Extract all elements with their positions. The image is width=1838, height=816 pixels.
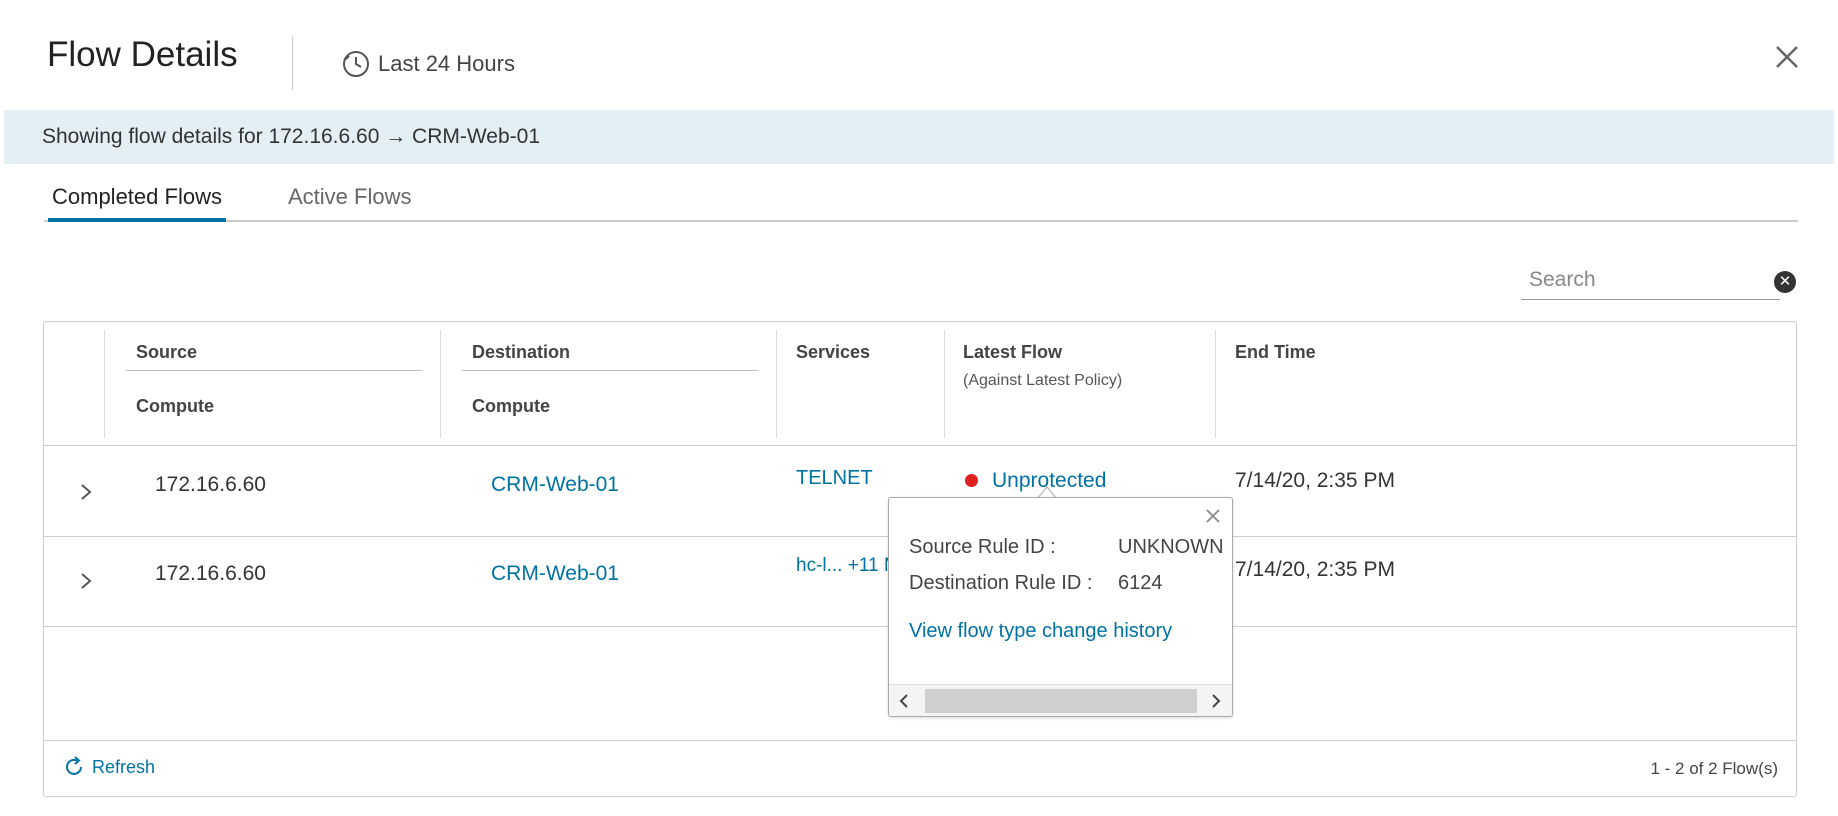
cell-services-link[interactable]: hc-l... +11 M [796, 555, 900, 577]
source-rule-value: UNKNOWN [1118, 536, 1224, 558]
view-flow-history-link[interactable]: View flow type change history [909, 620, 1172, 643]
status-dot [965, 473, 978, 487]
column-subheader-latest-flow: (Against Latest Policy) [963, 372, 1123, 389]
search-input[interactable] [1529, 266, 1739, 294]
time-range-label: Last 24 Hours [378, 51, 515, 76]
cell-destination-link[interactable]: CRM-Web-01 [491, 473, 619, 497]
column-header-services[interactable]: Services [796, 342, 870, 363]
flow-rule-popover: Source Rule ID : UNKNOWN Destination Rul… [888, 497, 1233, 717]
tab-active-flows[interactable]: Active Flows [288, 184, 411, 222]
column-separator [440, 330, 441, 438]
refresh-icon [66, 756, 82, 775]
scrollbar-thumb[interactable] [925, 689, 1197, 713]
column-separator [104, 330, 105, 438]
cell-end-time: 7/14/20, 2:35 PM [1235, 558, 1395, 581]
cell-destination-link[interactable]: CRM-Web-01 [491, 562, 619, 586]
chevron-right-icon[interactable] [1207, 691, 1225, 711]
column-separator [944, 330, 945, 438]
header-group-line [126, 370, 422, 371]
time-range-selector[interactable]: Last 24 Hours [342, 50, 515, 78]
cell-services-link[interactable]: TELNET [796, 467, 873, 490]
flow-info-banner: Showing flow details for 172.16.6.60 → C… [4, 110, 1834, 164]
chevron-right-icon[interactable] [76, 482, 96, 502]
table-footer: Refresh 1 - 2 of 2 Flow(s) [44, 740, 1796, 796]
chevron-left-icon[interactable] [895, 691, 913, 711]
page-title: Flow Details [47, 35, 238, 74]
flow-tabs: Completed Flows Active Flows [44, 180, 1798, 222]
cell-latest-flow: Unprotected [965, 469, 1106, 493]
chevron-right-icon[interactable] [76, 571, 96, 591]
column-header-source[interactable]: Source [136, 342, 197, 363]
close-icon[interactable] [1203, 506, 1223, 526]
header-group-line [462, 370, 758, 371]
header-divider [292, 36, 293, 90]
column-header-end-time[interactable]: End Time [1235, 342, 1316, 363]
destination-rule-value: 6124 [1118, 572, 1163, 594]
modal-header: Flow Details Last 24 Hours [0, 0, 1838, 110]
search-box [1521, 262, 1780, 300]
column-subheader-source[interactable]: Compute [136, 396, 214, 417]
column-subheader-destination[interactable]: Compute [472, 396, 550, 417]
cell-source: 172.16.6.60 [155, 473, 266, 496]
clear-icon[interactable]: ✕ [1774, 271, 1796, 293]
column-header-latest-flow[interactable]: Latest Flow [963, 342, 1062, 363]
column-separator [1215, 330, 1216, 438]
column-header-destination[interactable]: Destination [472, 342, 570, 363]
table-header: Source Compute Destination Compute Servi… [44, 322, 1796, 446]
clock-icon [343, 51, 369, 77]
refresh-button[interactable]: Refresh [62, 755, 155, 779]
horizontal-scrollbar[interactable] [889, 684, 1232, 716]
cell-source: 172.16.6.60 [155, 562, 266, 585]
column-separator [776, 330, 777, 438]
flow-info-text: Showing flow details for 172.16.6.60 → C… [42, 125, 541, 148]
pagination-text: 1 - 2 of 2 Flow(s) [1650, 759, 1778, 778]
close-icon[interactable] [1770, 40, 1804, 74]
refresh-label: Refresh [92, 756, 156, 777]
cell-end-time: 7/14/20, 2:35 PM [1235, 469, 1395, 492]
source-rule-label: Source Rule ID : [909, 536, 1056, 558]
tab-completed-flows[interactable]: Completed Flows [48, 184, 226, 222]
destination-rule-label: Destination Rule ID : [909, 572, 1093, 594]
